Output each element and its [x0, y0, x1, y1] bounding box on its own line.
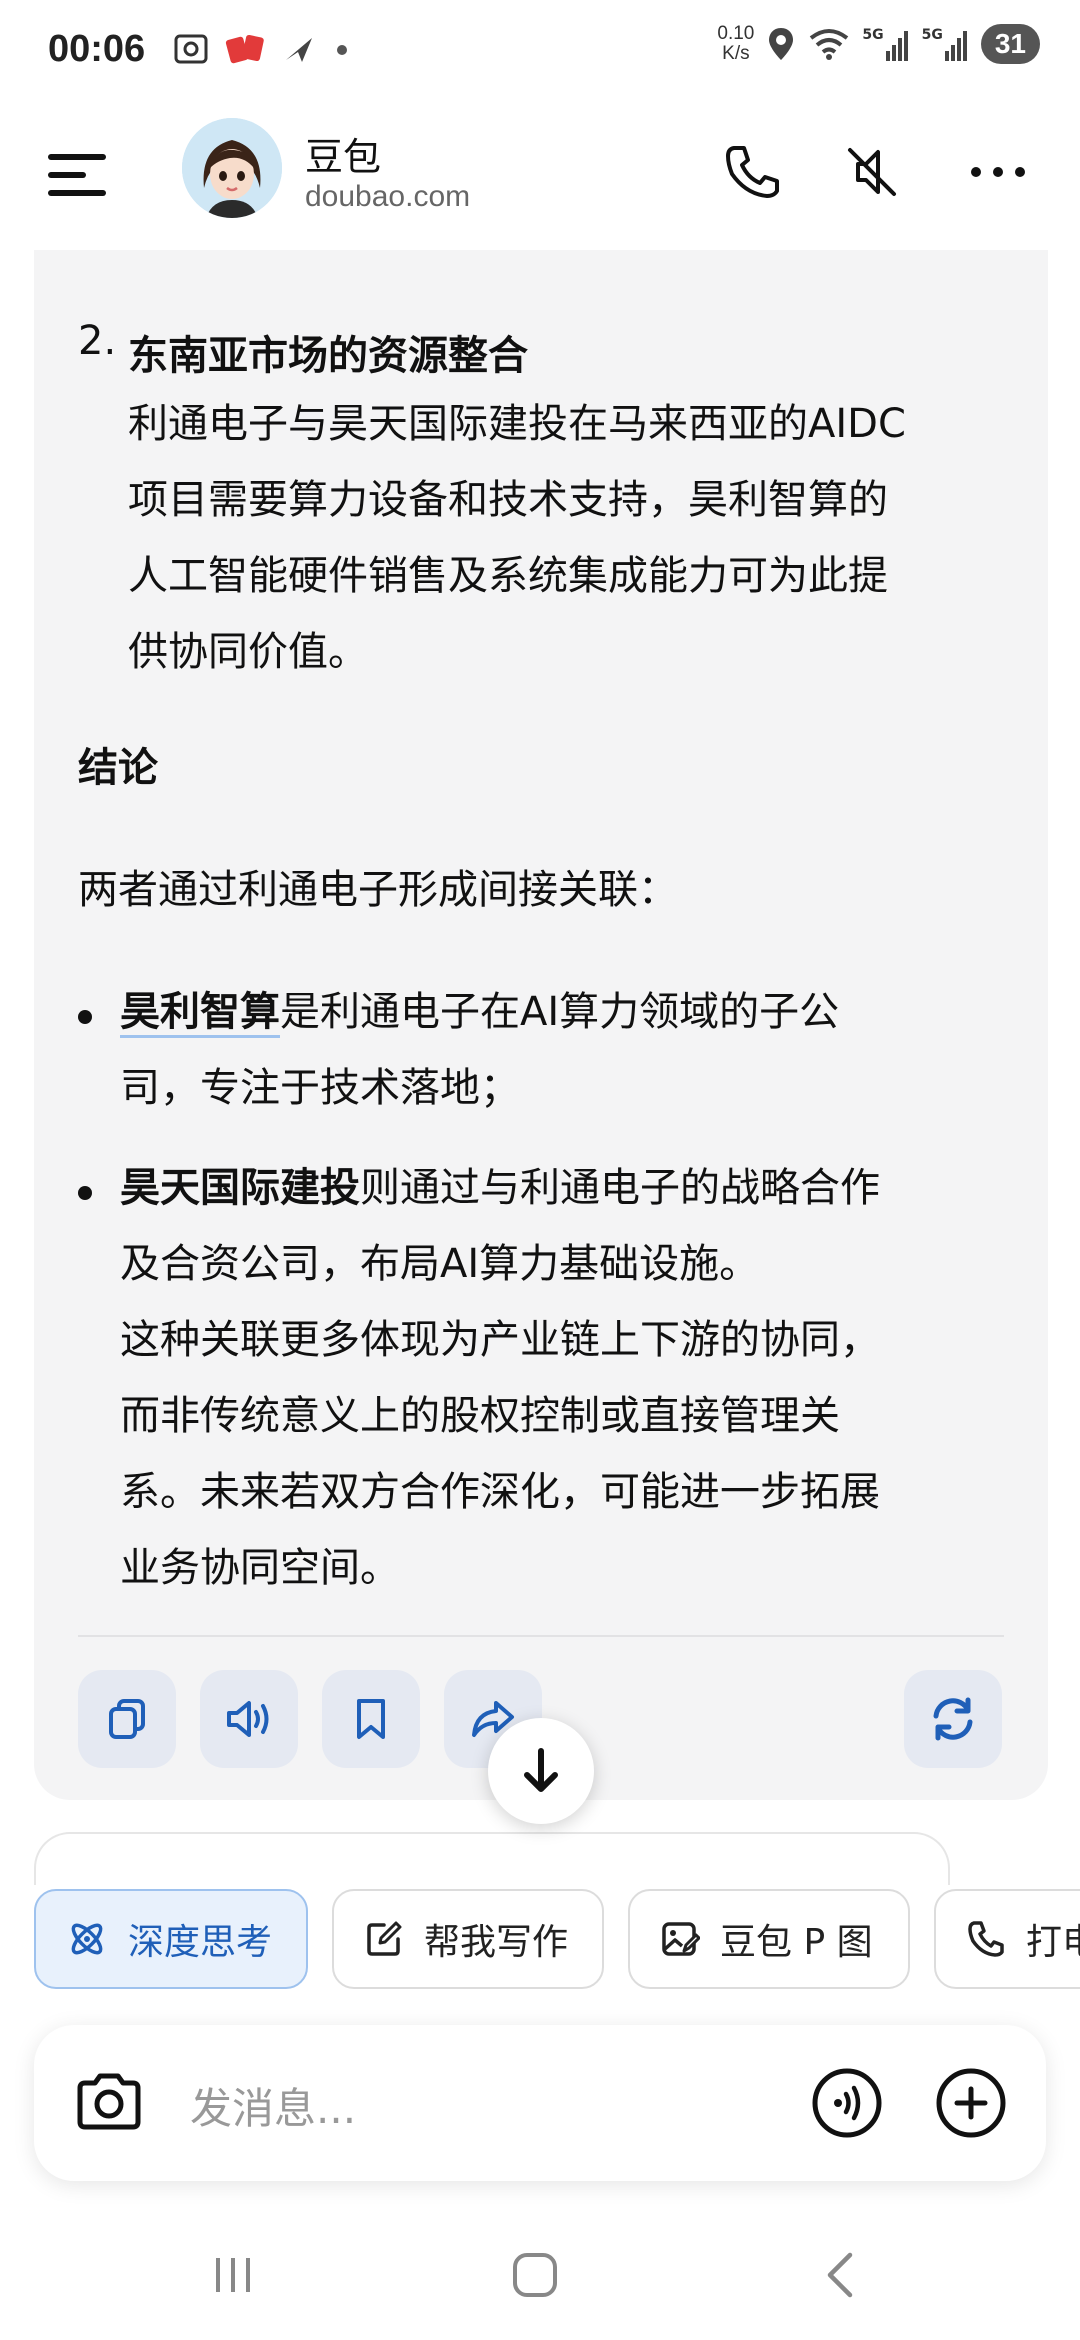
bullet-2-line: 而非传统意义上的股权控制或直接管理关: [120, 1393, 840, 1439]
bullet-1-text: 是利通电子在AI算力领域的子公: [280, 989, 840, 1035]
section-number: 2.: [78, 318, 117, 364]
chat-header: 豆包 doubao.com: [0, 100, 1080, 250]
next-message-edge: [34, 1832, 950, 1892]
scroll-to-bottom-button[interactable]: [488, 1718, 594, 1824]
bookmark-button[interactable]: [322, 1670, 420, 1768]
chat-title: 豆包: [305, 135, 382, 179]
recent-apps-icon[interactable]: [210, 2252, 256, 2298]
bullet-dot: [78, 1010, 92, 1024]
section-body-line: 人工智能硬件销售及系统集成能力可为此提: [128, 553, 888, 599]
battery-level: 31: [980, 24, 1040, 64]
chat-subtitle: doubao.com: [305, 180, 471, 213]
image-edit-icon: [662, 1922, 700, 1956]
location-icon: [769, 28, 794, 60]
bullet-dot: [78, 1186, 92, 1200]
conclusion-intro: 两者通过利通电子形成间接关联：: [78, 867, 678, 913]
bullet-item-1: 昊利智算是利通电子在AI算力领域的子公 司，专注于技术落地；: [120, 974, 839, 1126]
bullet-1-line: 司，专注于技术落地；: [120, 1065, 520, 1111]
bullet-2-line: 及合资公司，布局AI算力基础设施。: [120, 1241, 760, 1287]
avatar[interactable]: [182, 118, 282, 218]
wifi-icon: [810, 29, 849, 60]
signal-strength-1: 5G: [862, 27, 909, 61]
camera-icon[interactable]: [70, 2064, 148, 2142]
chip-make-call[interactable]: 打电话: [934, 1889, 1080, 1989]
chip-label: 打电话: [1026, 1922, 1080, 1963]
bullet-item-2: 昊天国际建投则通过与利通电子的战略合作 及合资公司，布局AI算力基础设施。 这种…: [120, 1150, 880, 1606]
bullet-2-line: 系。未来若双方合作深化，可能进一步拓展: [120, 1469, 880, 1515]
message-input-bar: 发消息...: [34, 2025, 1046, 2181]
chip-label: 深度思考: [128, 1922, 273, 1963]
bookmark-icon: [357, 1699, 385, 1739]
home-icon[interactable]: [510, 2250, 560, 2300]
voice-input-icon[interactable]: [808, 2064, 886, 2142]
phone-icon: [968, 1921, 1004, 1957]
send-app-icon: [286, 38, 312, 62]
signal-bars-icon: [944, 31, 967, 61]
section-body-line: 项目需要算力设备和技术支持，昊利智算的: [128, 477, 888, 523]
more-options-icon[interactable]: [966, 140, 1030, 204]
read-aloud-button[interactable]: [200, 1670, 298, 1768]
quick-action-chips: 深度思考 帮我写作 豆包 P 图 打电话: [0, 1885, 1080, 1995]
cards-app-icon: [225, 34, 264, 64]
atom-icon: [71, 1923, 103, 1955]
signal-bars-icon: [885, 31, 908, 61]
signal-label-2: 5G: [921, 27, 943, 43]
assistant-message-card: 应。 2. 东南亚市场的资源整合 利通电子与昊天国际建投在马来西亚的AIDC 项…: [34, 180, 1048, 1800]
conclusion-heading: 结论: [78, 745, 158, 791]
chip-label: 豆包 P 图: [720, 1922, 873, 1963]
copy-icon: [109, 1699, 145, 1739]
status-notification-icons: [172, 30, 352, 68]
chip-label: 帮我写作: [424, 1922, 569, 1963]
signal-strength-2: 5G: [922, 27, 969, 61]
menu-line: [48, 190, 106, 196]
section-body-line: 利通电子与昊天国际建投在马来西亚的AIDC: [128, 401, 906, 447]
section-body-line: 供协同价值。: [128, 629, 368, 675]
mute-speaker-icon[interactable]: [840, 140, 904, 204]
status-time: 00:06: [48, 28, 146, 70]
signal-label-1: 5G: [862, 27, 884, 43]
bullet-2-text: 则通过与利通电子的战略合作: [360, 1165, 880, 1211]
arrow-down-icon: [524, 1748, 558, 1792]
status-bar: 00:06 0.10 K/s 5G 5G 31: [0, 0, 1080, 100]
status-right-group: 0.10 K/s 5G 5G 31: [717, 24, 1040, 64]
speaker-icon: [227, 1701, 269, 1737]
message-input[interactable]: 发消息...: [190, 2075, 356, 2136]
bullet-2-line: 业务协同空间。: [120, 1545, 400, 1591]
dot-icon: [337, 45, 347, 55]
menu-button[interactable]: [48, 150, 114, 200]
section-title: 东南亚市场的资源整合: [128, 333, 528, 379]
bullet-2-keyword: 昊天国际建投: [120, 1165, 360, 1211]
network-speed-value: 0.10: [717, 23, 755, 44]
section-body: 利通电子与昊天国际建投在马来西亚的AIDC 项目需要算力设备和技术支持，昊利智算…: [128, 386, 906, 690]
system-nav-bar: [0, 2230, 1080, 2340]
message-divider: [78, 1635, 1004, 1637]
phone-call-icon[interactable]: [720, 140, 784, 204]
edit-icon: [367, 1921, 402, 1956]
menu-line: [48, 154, 106, 160]
chip-image-edit[interactable]: 豆包 P 图: [628, 1889, 910, 1989]
regenerate-button[interactable]: [904, 1670, 1002, 1768]
add-icon[interactable]: [932, 2064, 1010, 2142]
back-icon[interactable]: [820, 2250, 860, 2300]
network-speed-unit: K/s: [722, 43, 750, 64]
chip-deep-think[interactable]: 深度思考: [34, 1889, 308, 1989]
chip-help-write[interactable]: 帮我写作: [332, 1889, 604, 1989]
screenshot-icon: [174, 34, 208, 64]
assistant-avatar-icon: [182, 118, 282, 218]
menu-line: [48, 172, 86, 178]
network-speed: 0.10 K/s: [717, 24, 754, 64]
refresh-icon: [933, 1697, 973, 1741]
copy-button[interactable]: [78, 1670, 176, 1768]
bullet-2-line: 这种关联更多体现为产业链上下游的协同，: [120, 1317, 880, 1363]
bullet-1-keyword[interactable]: 昊利智算: [120, 989, 280, 1038]
